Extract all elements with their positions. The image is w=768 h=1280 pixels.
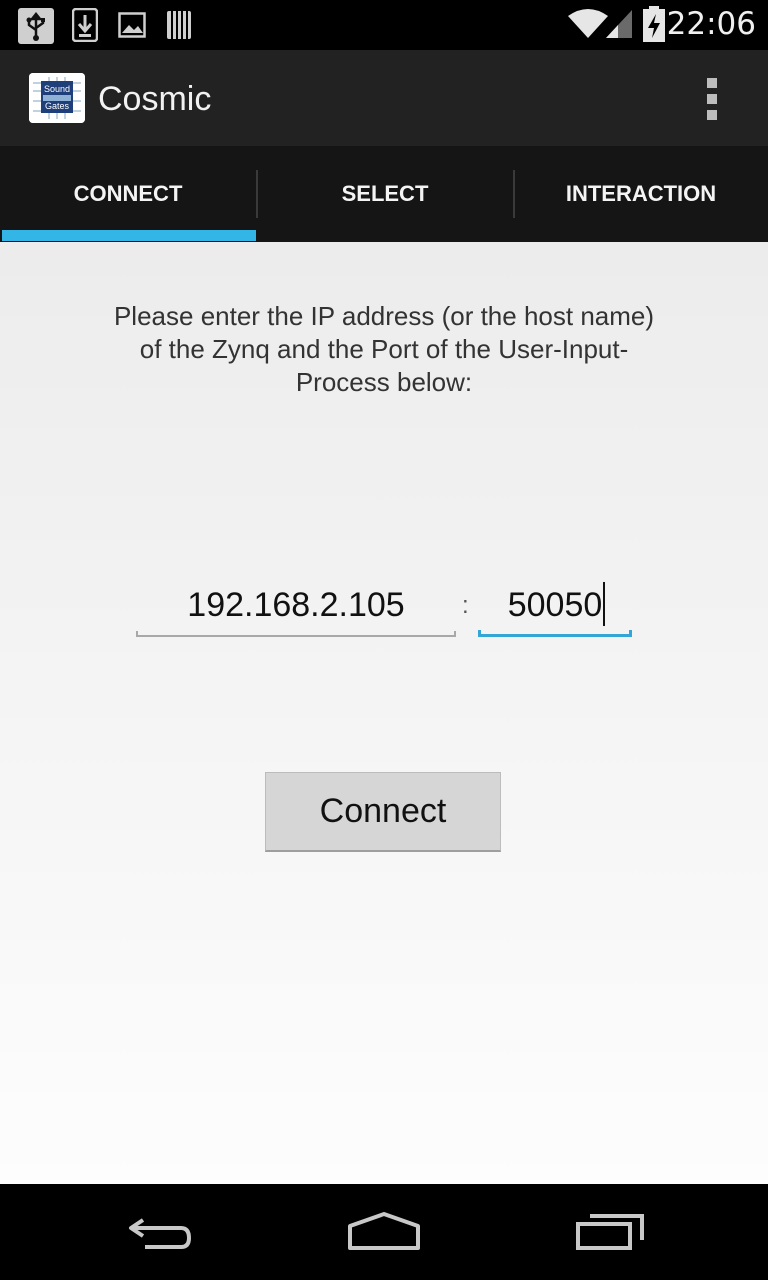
usb-icon [18,8,54,44]
clock-time: 22:06 [666,6,756,42]
recents-button[interactable] [550,1184,670,1280]
instructions-text: Please enter the IP address (or the host… [113,301,655,397]
ip-input-underline [136,631,456,637]
app-logo-icon[interactable]: Sound Gates [29,73,85,123]
ip-address-input[interactable] [138,580,454,630]
home-icon [348,1212,420,1250]
logo-text-gates: Gates [45,101,70,111]
logo-text-sound: Sound [44,84,70,94]
tab-select[interactable]: SELECT [257,146,513,242]
tab-bar: CONNECT SELECT INTERACTION [0,146,768,242]
text-cursor [603,582,605,626]
navigation-bar [0,1184,768,1280]
action-bar: Sound Gates Cosmic [0,50,768,146]
port-input[interactable] [480,580,630,630]
connect-panel: Please enter the IP address (or the host… [0,242,768,1184]
recents-icon [576,1214,644,1250]
tab-connect[interactable]: CONNECT [0,146,256,242]
tab-interaction[interactable]: INTERACTION [514,146,768,242]
ip-port-separator: : [462,592,469,619]
status-bar: 22:06 [0,0,768,50]
connect-button[interactable]: Connect [265,772,501,852]
back-button[interactable] [100,1184,220,1280]
back-icon [129,1218,191,1249]
port-input-underline [478,630,632,637]
selected-tab-indicator [2,230,256,241]
wifi-icon [568,9,608,38]
home-button[interactable] [324,1184,444,1280]
overflow-menu-icon[interactable] [700,78,724,122]
signal-icon [606,10,632,38]
download-icon [72,8,98,42]
app-title: Cosmic [98,80,212,118]
battery-charging-icon [643,6,665,42]
barcode-icon [167,11,191,39]
image-icon [118,12,146,38]
sound-gates-logo-icon: Sound Gates [29,73,85,123]
